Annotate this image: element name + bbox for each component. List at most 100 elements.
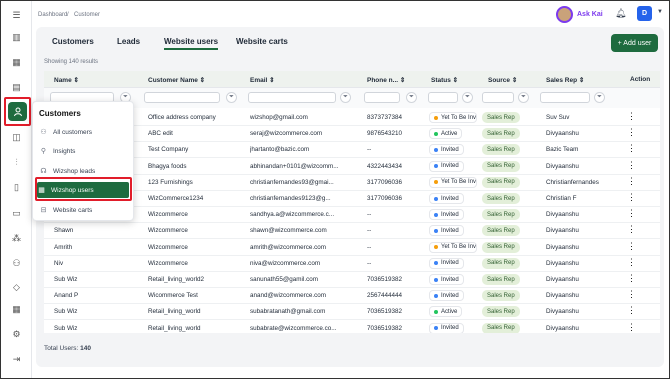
col-source[interactable]: Source ⇕	[488, 76, 517, 84]
table-row[interactable]: Bhagya foods abhinandan+0101@wizcomm... 43…	[44, 159, 660, 175]
col-name[interactable]: Name ⇕	[54, 76, 79, 84]
popover-item-all-customers[interactable]: ⚇ All customers	[39, 124, 130, 140]
more-actions-icon[interactable]: ⋮	[627, 241, 636, 251]
more-actions-icon[interactable]: ⋮	[627, 160, 636, 170]
col-sales-rep-label: Sales Rep	[546, 77, 578, 84]
table-row[interactable]: Amrith Wizcommerce amrith@wizcommerce.com -…	[44, 240, 660, 256]
tag-icon[interactable]: ◇	[10, 281, 23, 294]
account-avatar[interactable]: D	[637, 6, 652, 21]
filter-icon[interactable]: ⏷	[340, 92, 351, 103]
avatar[interactable]	[556, 6, 573, 23]
menu-icon[interactable]: ☰	[10, 9, 23, 22]
tab-customers[interactable]: Customers	[52, 37, 94, 46]
filter-icon[interactable]: ⏷	[462, 92, 473, 103]
dashboard-icon[interactable]: ▥	[10, 31, 23, 44]
col-sales-rep[interactable]: Sales Rep ⇕	[546, 76, 584, 84]
filter-icon[interactable]: ⏷	[406, 92, 417, 103]
tab-leads[interactable]: Leads	[117, 37, 140, 46]
more-actions-icon[interactable]: ⋮	[627, 193, 636, 202]
table-row[interactable]: Sub Wiz Retail_living_world subabrate@wizc…	[44, 321, 660, 333]
breadcrumb-current: Customer	[74, 12, 101, 18]
document-icon[interactable]: ▯	[10, 181, 23, 194]
more-actions-icon[interactable]: ⋮	[627, 322, 636, 332]
user-settings-icon[interactable]: ⚇	[10, 257, 23, 270]
status-badge: Invited	[429, 290, 464, 302]
cell-sales-rep: Divyaanshu	[546, 211, 579, 219]
filter-icon[interactable]: ⏷	[226, 92, 237, 103]
status-label: Invited	[441, 195, 459, 202]
breadcrumb-home[interactable]: Dashboard	[38, 12, 67, 18]
logout-icon[interactable]: ⇥	[10, 353, 23, 366]
more-actions-icon[interactable]: ⋮	[627, 128, 636, 137]
building-icon[interactable]: ▦	[10, 303, 23, 316]
sliders-icon[interactable]: ⫶	[10, 156, 23, 169]
cell-customer-name: Wizcommerce	[148, 227, 188, 235]
customer-filter-input[interactable]	[144, 92, 220, 103]
more-actions-icon[interactable]: ⋮	[627, 306, 636, 315]
col-phone[interactable]: Phone n... ⇕	[367, 76, 405, 84]
email-filter-input[interactable]	[248, 92, 336, 103]
more-actions-icon[interactable]: ⋮	[627, 225, 636, 234]
more-actions-icon[interactable]: ⋮	[627, 290, 636, 299]
filter-icon[interactable]: ⏷	[594, 92, 605, 103]
add-user-button[interactable]: + Add user	[611, 34, 658, 52]
more-actions-icon[interactable]: ⋮	[627, 112, 636, 121]
col-customer-name[interactable]: Customer Name ⇕	[148, 76, 205, 84]
user-name[interactable]: Ask Kai	[577, 11, 603, 18]
status-label: Invited	[441, 227, 459, 234]
table-row[interactable]: Office address company wizshop@gmail.com 8…	[44, 110, 660, 126]
user-menu[interactable]: Ask Kai	[556, 6, 603, 23]
cell-phone: --	[367, 146, 372, 154]
orders-icon[interactable]: ▤	[10, 81, 23, 94]
popover-item-website-carts[interactable]: ⊟ Website carts	[39, 202, 130, 218]
sales-rep-filter-input[interactable]	[540, 92, 590, 103]
network-icon[interactable]: ⁂	[10, 232, 23, 245]
table-row[interactable]: Sub Wiz Retail_living_world subabratanath@…	[44, 304, 660, 321]
more-actions-icon[interactable]: ⋮	[627, 144, 636, 153]
source-filter-input[interactable]	[482, 92, 514, 103]
table-row[interactable]: Sub Wiz Retail_living_world2 sanunath55@ga…	[44, 272, 660, 288]
headset-icon: ☊	[40, 168, 47, 175]
tab-website-users[interactable]: Website users	[164, 37, 219, 50]
source-badge: Sales Rep	[482, 112, 520, 123]
more-actions-icon[interactable]: ⋮	[627, 209, 636, 218]
status-dot-icon	[434, 293, 438, 298]
status-label: Yet To Be Inv	[441, 179, 477, 186]
filter-icon[interactable]: ⏷	[518, 92, 529, 103]
table-row[interactable]: Shawn Wizcommerce shawn@wizcommerce.com -- D…	[44, 223, 660, 240]
chat-icon[interactable]: ◫	[10, 131, 23, 144]
chevron-down-icon[interactable]: ▼	[657, 9, 663, 15]
tab-website-carts[interactable]: Website carts	[236, 37, 288, 46]
popover-item-insights[interactable]: ⚲ Insights	[39, 143, 130, 159]
col-email[interactable]: Email ⇕	[250, 76, 275, 84]
status-filter-input[interactable]	[428, 92, 458, 103]
cell-name: Anand P	[54, 292, 79, 300]
customers-nav-highlight[interactable]	[4, 97, 31, 126]
catalog-icon[interactable]: ▦	[10, 56, 23, 69]
cell-name: Shawn	[54, 227, 74, 235]
status-label: Invited	[441, 276, 459, 283]
status-label: Yet To Be Inv	[441, 244, 477, 251]
phone-filter-input[interactable]	[364, 92, 400, 103]
customers-nav-icon[interactable]	[8, 102, 27, 121]
cell-phone: --	[367, 227, 372, 235]
left-nav-rail: ☰ ▥ ▦ ▤ ◫ ⫶ ▯ ▭ ⁂ ⚇ ◇ ▦ ⚙ ⇥	[1, 1, 32, 378]
more-actions-icon[interactable]: ⋮	[627, 257, 636, 267]
folder-icon[interactable]: ▭	[10, 207, 23, 220]
table-row[interactable]: ABC edit seraj@wizcommerce.com 9876543210 D…	[44, 126, 660, 143]
col-status[interactable]: Status ⇕	[431, 76, 458, 84]
table-row[interactable]: Test Company jhartanto@bazic.com -- Bazic T…	[44, 142, 660, 159]
insights-icon: ⚲	[40, 148, 47, 155]
gear-icon[interactable]: ⚙	[10, 328, 23, 341]
source-badge: Sales Rep	[482, 257, 520, 269]
table-row[interactable]: Anand P Wicommerce Test anand@wizcommerce.…	[44, 288, 660, 305]
bell-icon[interactable]: 🔔︎	[615, 8, 626, 19]
more-actions-icon[interactable]: ⋮	[627, 274, 636, 283]
table-row[interactable]: WizCommerce1234 christianfernandes9123@g.…	[44, 191, 660, 207]
table-row[interactable]: Wizcommerce sandhya.a@wizcommerce.c... -- D…	[44, 207, 660, 224]
cell-sales-rep: Divyaanshu	[546, 130, 579, 138]
more-actions-icon[interactable]: ⋮	[627, 176, 636, 186]
table-row[interactable]: 123 Furnishings christianfernandes93@gmai…	[44, 175, 660, 191]
status-badge: Invited	[429, 144, 464, 156]
table-row[interactable]: Niv Wizcommerce niva@wizcommerce.com -- Divy…	[44, 256, 660, 272]
